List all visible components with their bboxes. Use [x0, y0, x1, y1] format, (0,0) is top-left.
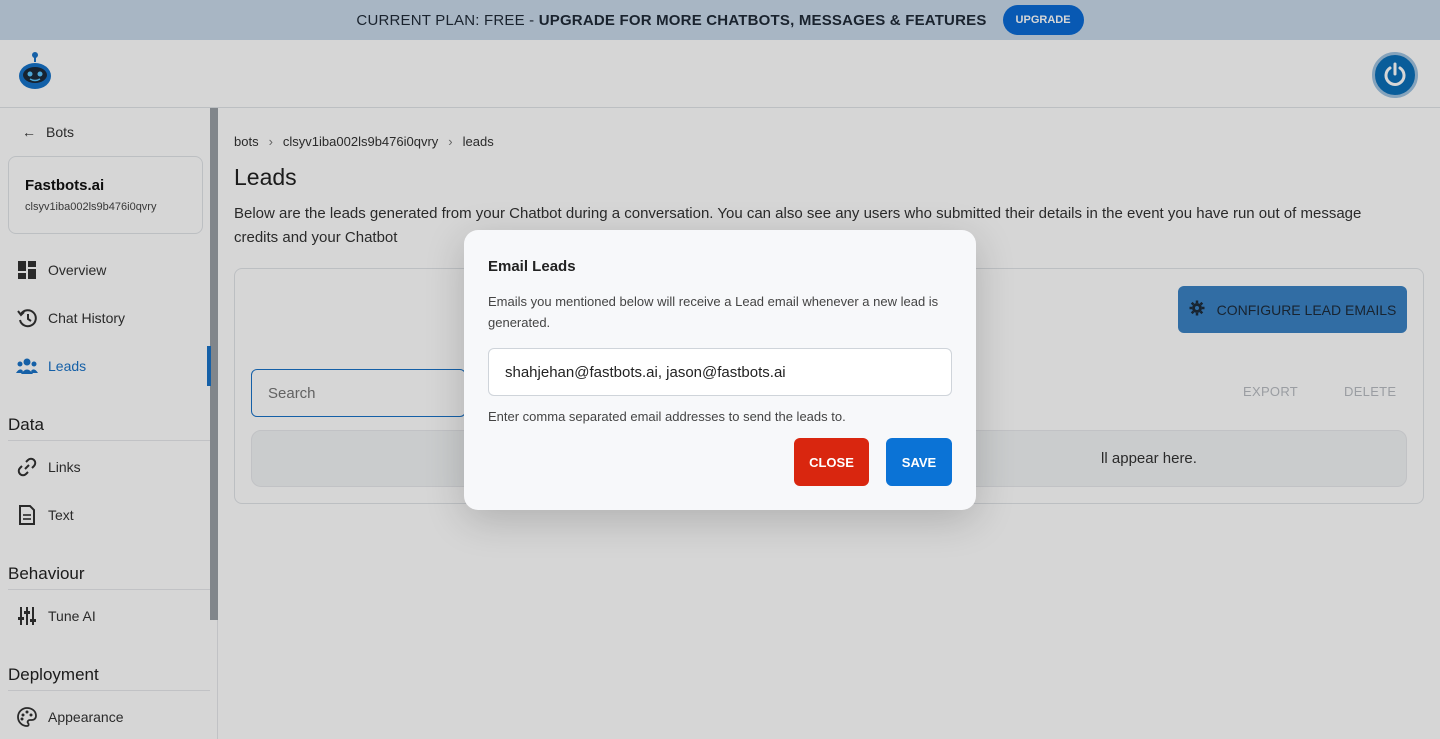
lead-emails-input[interactable] [505, 363, 935, 381]
email-field[interactable] [488, 348, 952, 396]
save-button[interactable]: SAVE [886, 438, 952, 486]
close-button[interactable]: CLOSE [794, 438, 869, 486]
modal-actions: CLOSE SAVE [794, 438, 952, 486]
modal-title: Email Leads [488, 258, 576, 275]
modal-help-text: Enter comma separated email addresses to… [488, 409, 846, 424]
modal-description: Emails you mentioned below will receive … [488, 294, 939, 330]
email-leads-modal: Email Leads Emails you mentioned below w… [464, 230, 976, 510]
